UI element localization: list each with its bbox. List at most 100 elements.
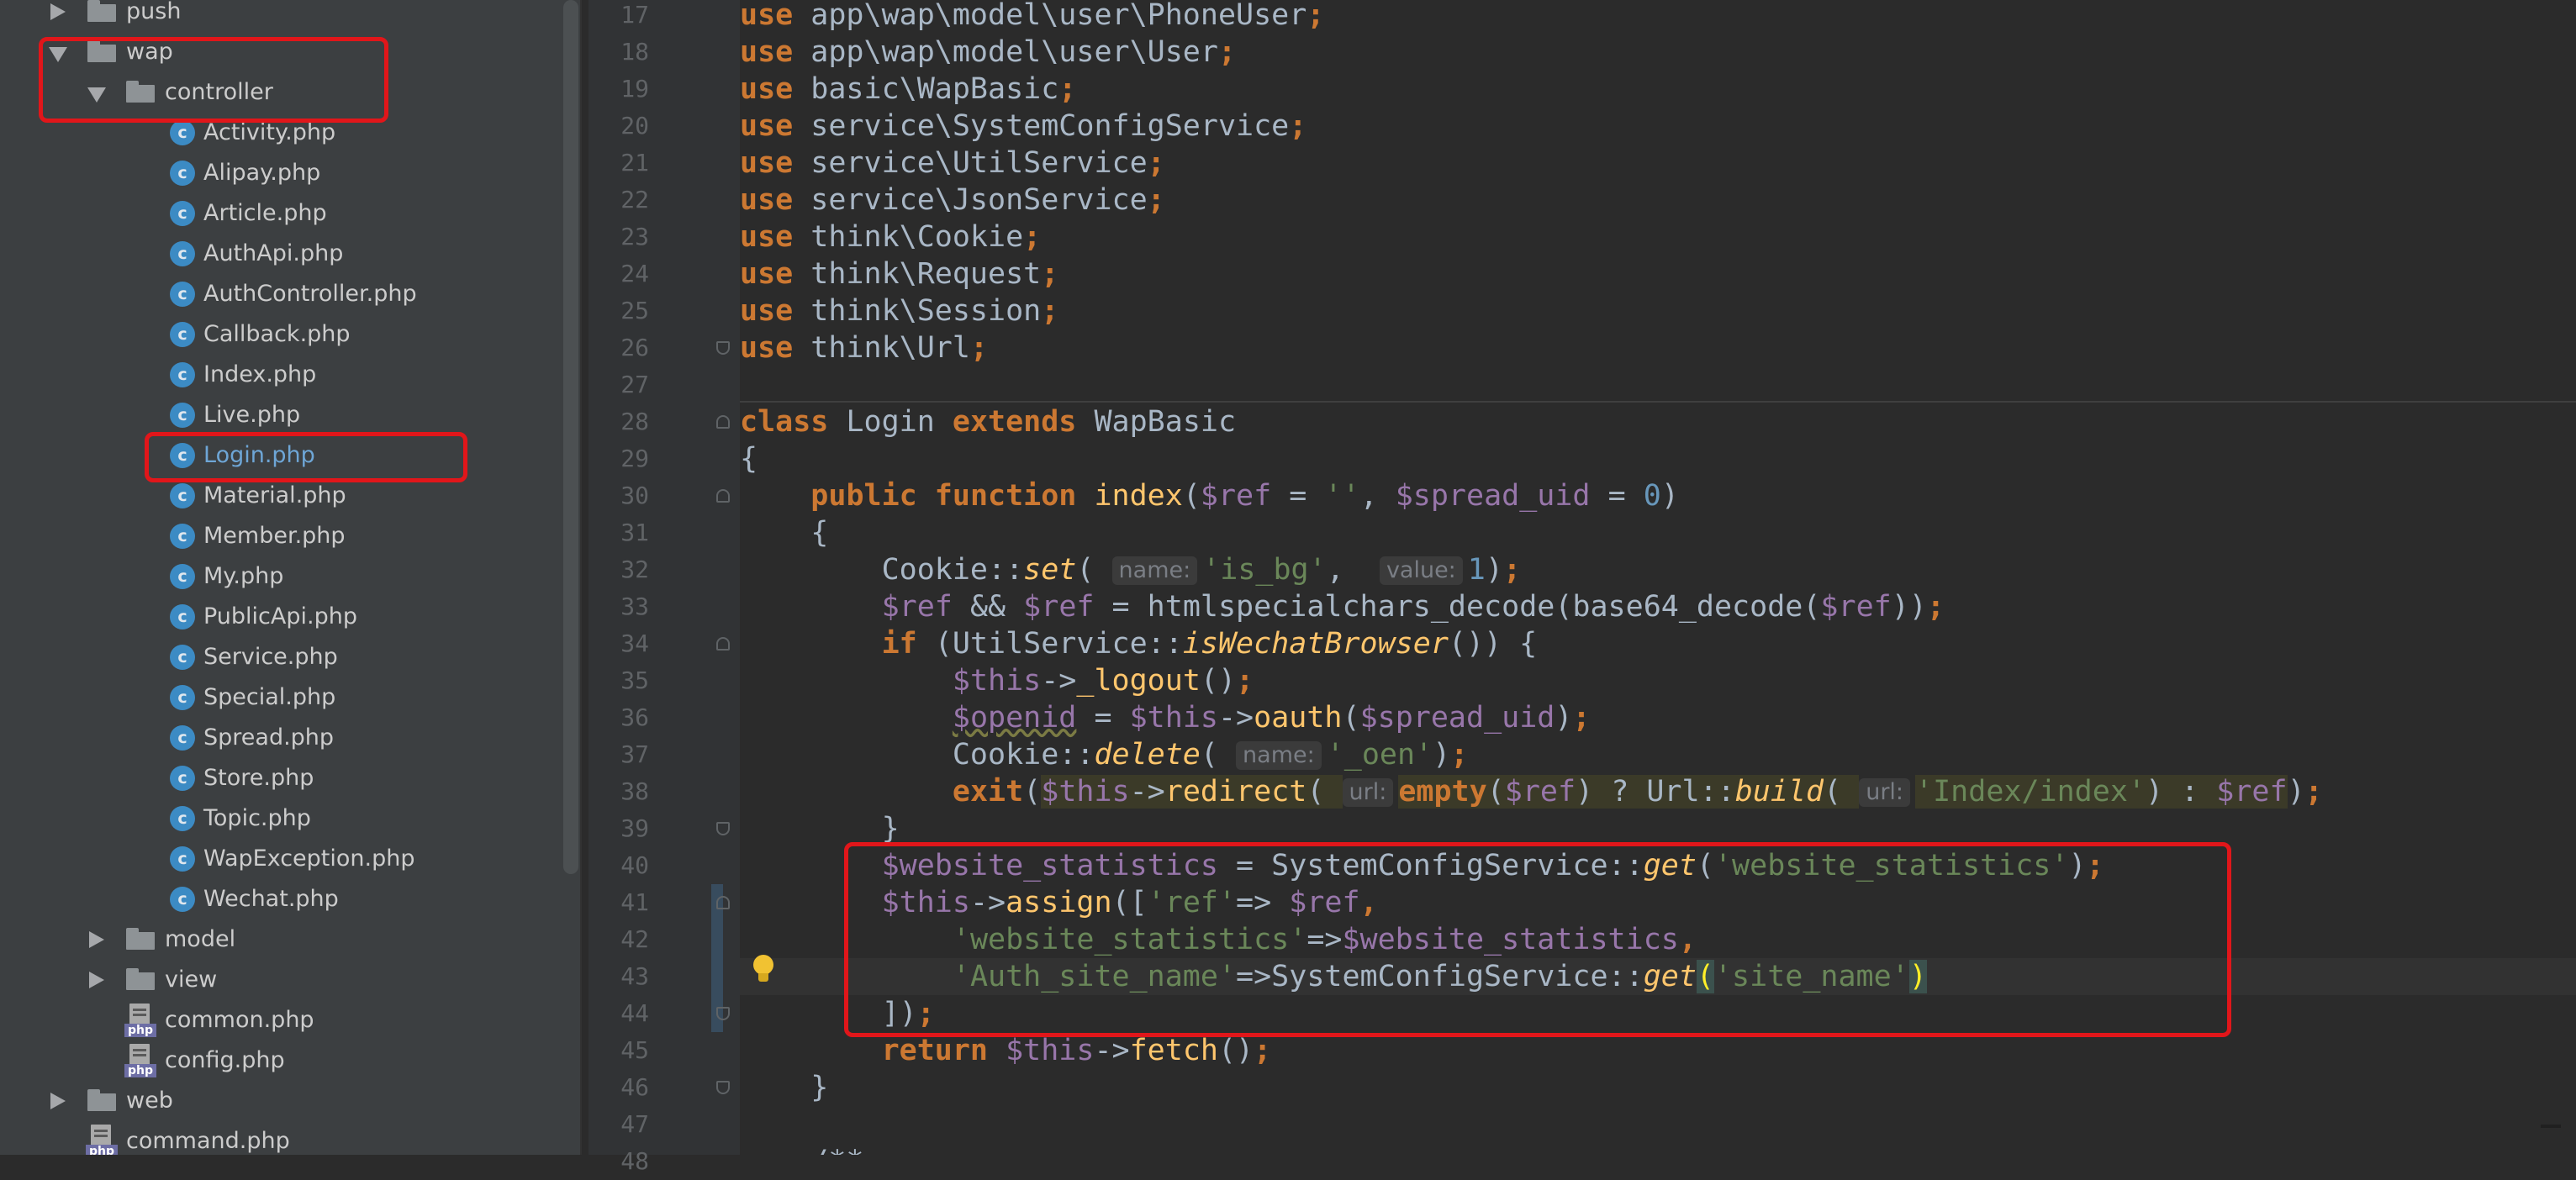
line-number: 18 (620, 38, 649, 66)
php-class-icon: c (170, 362, 195, 387)
code-line[interactable]: $openid = $this->oauth($spread_uid); (740, 699, 2576, 736)
code-line[interactable]: use basic\WapBasic; (740, 71, 2576, 108)
code-line[interactable]: use service\SystemConfigService; (740, 108, 2576, 145)
php-class-icon: c (170, 201, 195, 226)
code-token: ( (1306, 775, 1343, 809)
tree-item[interactable]: push (0, 0, 562, 32)
tree-item[interactable]: c AuthApi.php (0, 234, 562, 274)
scrollbar-thumb[interactable] (563, 0, 578, 874)
code-token: = (1590, 479, 1644, 513)
code-token: /** (740, 1145, 863, 1155)
code-line[interactable]: Cookie::delete( name: '_oen'); (740, 736, 2576, 773)
code-line[interactable]: $ref && $ref = htmlspecialchars_decode(b… (740, 588, 2576, 625)
tree-item[interactable]: c Wechat.php (0, 879, 562, 919)
code-token: -> (1094, 1034, 1130, 1067)
tree-item[interactable]: c Member.php (0, 516, 562, 556)
panel-divider[interactable] (580, 0, 589, 1155)
code-line[interactable]: if (UtilService::isWechatBrowser()) { (740, 625, 2576, 662)
fold-close-icon[interactable] (716, 822, 730, 835)
line-number: 47 (620, 1110, 649, 1138)
tree-item[interactable]: c Alipay.php (0, 153, 562, 193)
tree-item[interactable]: c Special.php (0, 677, 562, 718)
fold-open-icon[interactable] (716, 415, 730, 429)
fold-close-icon[interactable] (716, 1081, 730, 1094)
project-tree-scrollbar[interactable] (562, 0, 580, 1155)
tree-item[interactable]: web (0, 1081, 562, 1121)
project-tree: push wap controller c Activity.php c Alipay.ph… (0, 0, 562, 1155)
expand-arrow-icon[interactable] (50, 3, 66, 20)
code-line[interactable]: exit($this->redirect( url: empty($ref) ? … (740, 773, 2576, 810)
intention-bulb-icon[interactable] (753, 955, 773, 983)
tree-item[interactable]: view (0, 960, 562, 1000)
code-token: use (740, 220, 794, 254)
code-line[interactable]: public function index($ref = '', $spread… (740, 477, 2576, 514)
fold-close-icon[interactable] (716, 341, 730, 355)
code-token: Cookie:: (740, 553, 1024, 587)
tree-item[interactable]: c Article.php (0, 193, 562, 234)
fold-open-icon[interactable] (716, 896, 730, 909)
code-token: ) : (2145, 775, 2217, 809)
tree-item[interactable]: php command.php (0, 1121, 562, 1155)
code-token: ) ? Url:: (1576, 775, 1735, 809)
expand-arrow-icon[interactable] (50, 1093, 66, 1109)
code-line[interactable]: return $this->fetch(); (740, 1032, 2576, 1069)
code-line[interactable]: $this->_logout(); (740, 662, 2576, 699)
tree-item[interactable]: c Service.php (0, 637, 562, 677)
code-line[interactable]: use service\UtilService; (740, 145, 2576, 182)
code-line[interactable]: use think\Session; (740, 292, 2576, 329)
code-token: = (1271, 479, 1325, 513)
php-class-icon: c (170, 887, 195, 912)
code-line[interactable]: Cookie::set( name:'is_bg', value: 1); (740, 551, 2576, 588)
tree-item[interactable]: c Spread.php (0, 718, 562, 758)
fold-open-icon[interactable] (716, 637, 730, 651)
code-token: , (1359, 479, 1396, 513)
expand-arrow-icon[interactable] (89, 972, 104, 988)
tree-item[interactable]: c AuthController.php (0, 274, 562, 314)
tree-item[interactable]: c Live.php (0, 395, 562, 435)
code-token: Cookie:: (740, 738, 1095, 772)
tree-item[interactable]: c WapException.php (0, 839, 562, 879)
tree-item[interactable]: php common.php (0, 1000, 562, 1040)
fold-open-icon[interactable] (716, 489, 730, 503)
tree-item-label: Spread.php (203, 724, 335, 751)
code-line[interactable]: use think\Cookie; (740, 219, 2576, 255)
code-token: ; (1217, 35, 1237, 69)
code-line[interactable]: } (740, 1069, 2576, 1106)
fold-close-icon[interactable] (716, 1007, 730, 1020)
code-line[interactable] (740, 1106, 2576, 1143)
code-line[interactable]: use think\Request; (740, 255, 2576, 292)
expand-arrow-icon[interactable] (89, 931, 104, 948)
parameter-hint: url: (1342, 778, 1394, 807)
tree-item[interactable]: php config.php (0, 1040, 562, 1081)
line-number: 26 (620, 334, 649, 361)
code-token: if (881, 627, 917, 661)
code-line[interactable]: use think\Url; (740, 329, 2576, 366)
tree-item[interactable]: c Topic.php (0, 798, 562, 839)
code-token: WapBasic (1076, 405, 1237, 439)
code-line[interactable]: class Login extends WapBasic (740, 403, 2576, 440)
code-line[interactable]: use service\JsonService; (740, 182, 2576, 219)
tree-item[interactable]: c Callback.php (0, 314, 562, 355)
tree-item-label: config.php (165, 1047, 285, 1073)
code-token: -> (1217, 701, 1254, 735)
line-number: 45 (620, 1036, 649, 1064)
code-line[interactable]: use app\wap\model\user\PhoneUser; (740, 0, 2576, 34)
php-file-icon: php (124, 1004, 158, 1037)
code-line[interactable] (740, 366, 2576, 403)
php-file-icon-label: php (86, 1145, 118, 1155)
code-line[interactable]: { (740, 514, 2576, 551)
code-token: build (1734, 775, 1824, 809)
tree-item[interactable]: c My.php (0, 556, 562, 597)
code-token: $this (952, 664, 1042, 698)
code-token: ; (1023, 220, 1042, 254)
code-line[interactable]: { (740, 440, 2576, 477)
tree-item[interactable]: c PublicApi.php (0, 597, 562, 637)
code-token: && (952, 590, 1024, 624)
code-line[interactable]: /** (740, 1143, 2576, 1155)
tree-item[interactable]: c Index.php (0, 355, 562, 395)
tree-item[interactable]: c Store.php (0, 758, 562, 798)
code-line[interactable]: use app\wap\model\user\User; (740, 34, 2576, 71)
code-token: ; (969, 331, 989, 365)
line-number: 33 (620, 593, 649, 620)
tree-item[interactable]: model (0, 919, 562, 960)
